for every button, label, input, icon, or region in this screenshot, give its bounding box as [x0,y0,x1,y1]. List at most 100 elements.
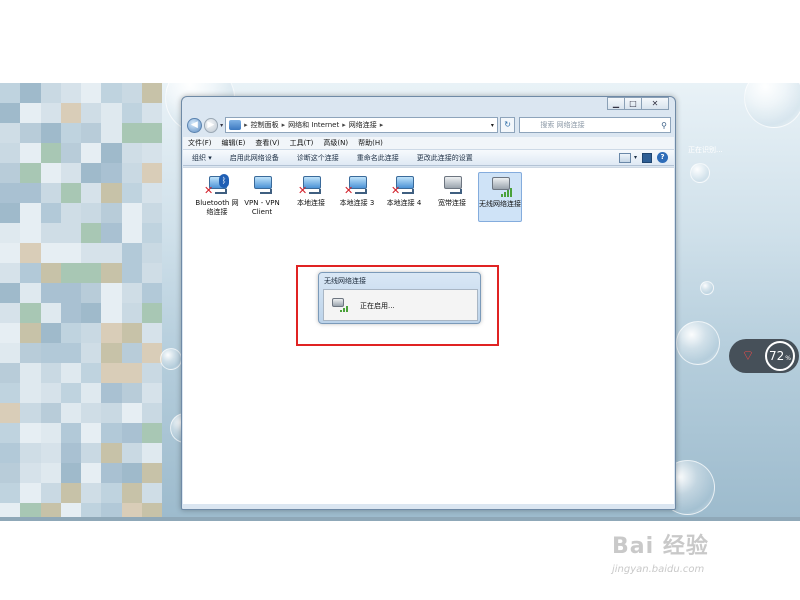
menu-advanced[interactable]: 高级(N) [318,138,353,148]
mosaic-cell [0,503,21,517]
view-options-icon[interactable] [618,152,631,163]
mosaic-cell [40,303,61,323]
diagnose-button[interactable]: 诊断这个连接 [288,153,348,163]
organize-button[interactable]: 组织 ▾ [183,153,221,163]
breadcrumb-item[interactable]: 网络连接 [349,120,377,130]
mosaic-cell [121,123,142,143]
mosaic-cell [60,423,81,443]
mosaic-cell [101,343,122,363]
mosaic-cell [81,343,102,363]
menu-tools[interactable]: 工具(T) [285,138,319,148]
mosaic-cell [121,163,142,183]
preview-pane-icon[interactable] [642,152,652,163]
mosaic-cell [0,383,21,403]
search-input[interactable]: 搜索 网络连接 ⚲ [519,117,671,133]
close-button[interactable]: ✕ [641,97,669,110]
mosaic-cell [0,83,21,103]
recent-pages-dropdown[interactable]: ▾ [220,122,223,129]
mosaic-cell [141,203,162,223]
mosaic-cell [20,163,41,183]
refresh-button[interactable]: ↻ [499,117,516,133]
mosaic-cell [40,483,61,503]
mosaic-cell [101,483,122,503]
rename-button[interactable]: 重命名此连接 [348,153,408,163]
mosaic-cell [121,203,142,223]
connection-item-lan[interactable]: ✕ 本地连接 [289,172,333,208]
back-button[interactable]: ◀ [187,117,202,133]
mosaic-cell [0,283,21,303]
mosaic-cell [20,203,41,223]
mosaic-cell [20,283,41,303]
mosaic-cell [141,423,162,443]
mosaic-cell [20,103,41,123]
mosaic-cell [0,163,21,183]
connection-item-wireless[interactable]: 无线网络连接 [478,172,522,222]
mosaic-cell [40,163,61,183]
search-placeholder: 搜索 网络连接 [540,121,585,129]
help-button[interactable]: ? [657,152,668,163]
mosaic-cell [141,283,162,303]
connection-item-lan-4[interactable]: ✕ 本地连接 4 [382,172,426,208]
mosaic-cell [81,443,102,463]
breadcrumb-item[interactable]: 控制面板 [251,120,279,130]
mosaic-cell [101,203,122,223]
mosaic-cell [40,103,61,123]
breadcrumb-item[interactable]: 网络和 Internet [288,120,339,130]
mosaic-cell [81,483,102,503]
menu-view[interactable]: 查看(V) [250,138,284,148]
forward-button[interactable]: ▶ [203,117,219,133]
mosaic-cell [141,343,162,363]
mosaic-cell [60,303,81,323]
mosaic-cell [121,183,142,203]
connection-item-bluetooth[interactable]: ᛒ ✕ Bluetooth 网络连接 [195,172,239,217]
mosaic-cell [20,443,41,463]
connection-item-broadband[interactable]: 宽带连接 [430,172,474,208]
mosaic-cell [40,203,61,223]
mosaic-cell [40,243,61,263]
mosaic-cell [40,123,61,143]
connection-item-vpn[interactable]: VPN - VPN Client [240,172,284,217]
mosaic-cell [101,143,122,163]
menu-help[interactable]: 帮助(H) [353,138,388,148]
mosaic-cell [20,483,41,503]
maximize-button[interactable]: □ [624,97,642,110]
mosaic-cell [101,383,122,403]
chevron-down-icon[interactable]: ▾ [634,154,637,161]
connection-label: 本地连接 4 [386,199,422,207]
mosaic-cell [60,363,81,383]
wireless-icon [488,175,512,199]
connection-item-lan-3[interactable]: ✕ 本地连接 3 [335,172,379,208]
mosaic-cell [60,483,81,503]
mosaic-cell [81,163,102,183]
search-icon[interactable]: ⚲ [661,121,667,130]
mosaic-cell [20,363,41,383]
minimize-button[interactable]: ▁ [607,97,625,110]
mosaic-cell [60,143,81,163]
mosaic-cell [60,183,81,203]
mosaic-cell [81,383,102,403]
menu-edit[interactable]: 编辑(E) [217,138,251,148]
change-settings-button[interactable]: 更改此连接的设置 [408,153,482,163]
mosaic-cell [0,483,21,503]
network-speed-widget[interactable]: ⌔ 72% [729,339,799,373]
mosaic-cell [20,463,41,483]
mosaic-cell [101,243,122,263]
breadcrumb[interactable]: ▸ 控制面板 ▸ 网络和 Internet ▸ 网络连接 ▸ ▾ [225,117,498,133]
broadband-icon [440,174,464,198]
mosaic-cell [101,223,122,243]
chevron-down-icon[interactable]: ▾ [491,122,494,129]
menu-file[interactable]: 文件(F) [183,138,217,148]
enable-device-button[interactable]: 启用此网络设备 [221,153,288,163]
mosaic-cell [60,463,81,483]
toolbar-right: ▾ ? [618,152,674,163]
mosaic-cell [101,403,122,423]
mosaic-cell [81,363,102,383]
mosaic-cell [0,143,21,163]
mosaic-cell [121,83,142,103]
water-bubble [700,281,714,295]
mosaic-cell [141,223,162,243]
side-status-text: 正在识别... [688,146,723,154]
mosaic-cell [101,183,122,203]
wifi-icon: ⌔ [741,348,755,364]
command-bar: 组织 ▾ 启用此网络设备 诊断这个连接 重命名此连接 更改此连接的设置 ▾ ? [183,149,674,166]
